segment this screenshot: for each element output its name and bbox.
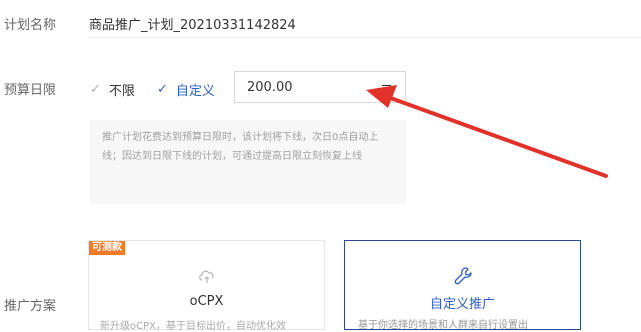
- annotation-arrow: [366, 85, 608, 178]
